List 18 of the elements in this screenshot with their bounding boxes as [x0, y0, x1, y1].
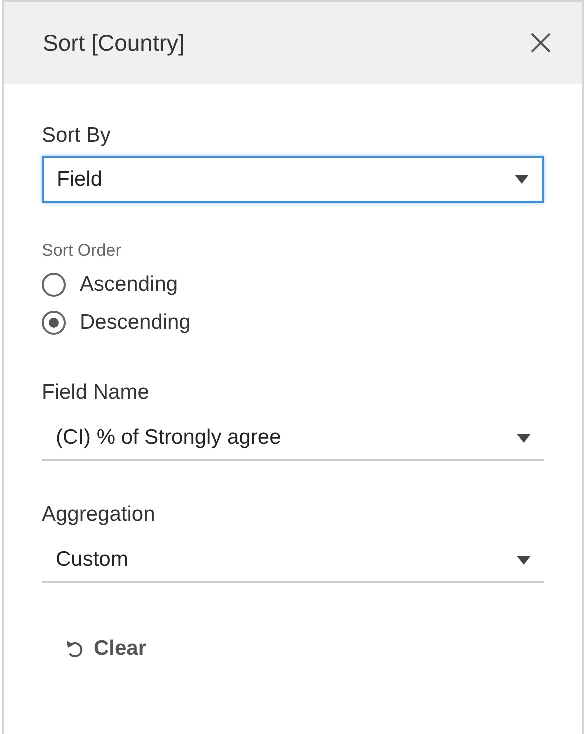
caret-icon	[517, 434, 531, 442]
dialog-title: Sort [Country]	[43, 30, 185, 56]
radio-button[interactable]	[42, 273, 66, 297]
aggregation-label: Aggregation	[42, 503, 156, 527]
caret-icon	[517, 556, 531, 564]
undo-icon	[66, 639, 84, 659]
sort-by-label: Sort By	[42, 124, 111, 148]
sort-order-label: Sort Order	[42, 241, 122, 261]
radio-label[interactable]: Descending	[80, 311, 191, 335]
radio-label[interactable]: Ascending	[80, 273, 178, 297]
sort-by-dropdown[interactable]: Field	[42, 156, 544, 203]
clear-button[interactable]: Clear	[64, 633, 149, 665]
caret-icon	[515, 175, 529, 184]
aggregation-dropdown[interactable]: Custom	[42, 539, 544, 583]
field-name-dropdown[interactable]: (CI) % of Strongly agree	[42, 417, 544, 461]
field-name-label: Field Name	[42, 381, 150, 405]
close-icon[interactable]	[530, 32, 552, 54]
radio-button[interactable]	[42, 311, 66, 335]
